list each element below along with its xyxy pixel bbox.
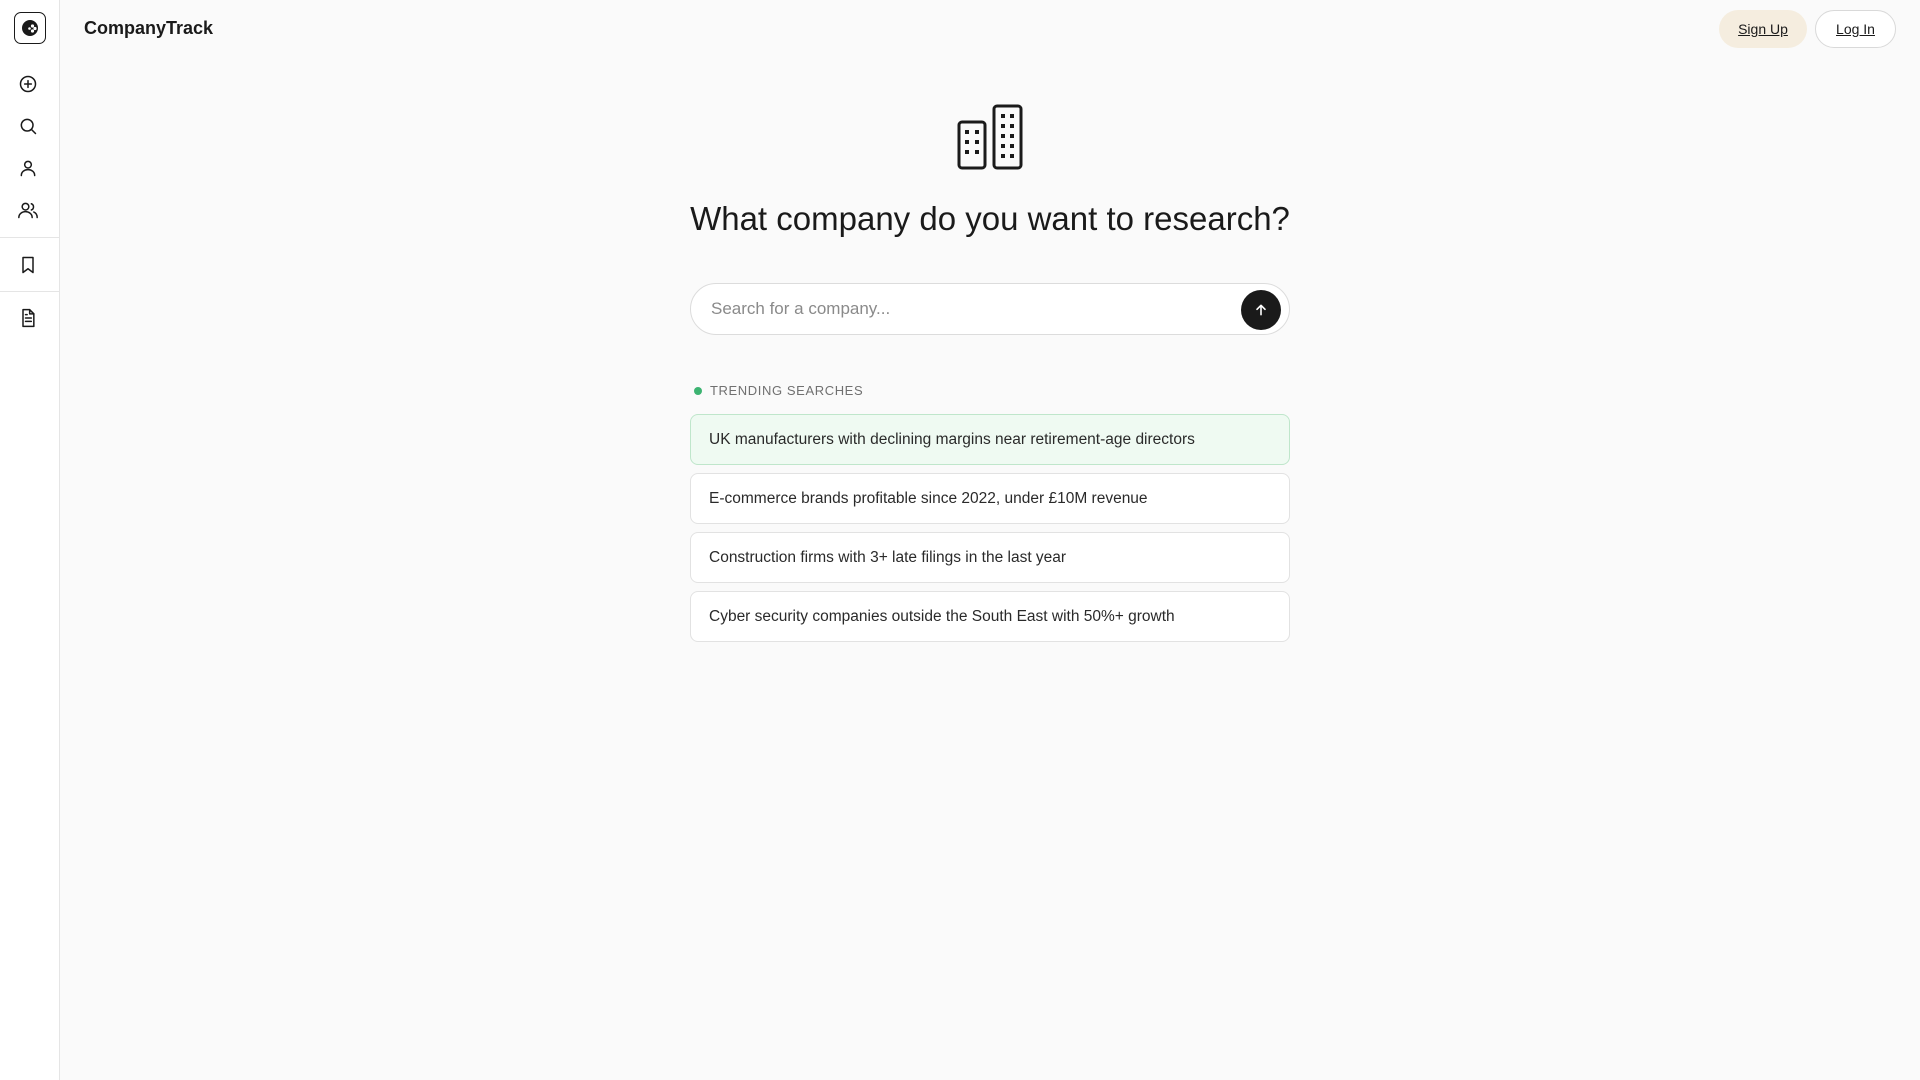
sidebar — [0, 0, 60, 1080]
logo-icon — [22, 20, 38, 36]
login-button[interactable]: Log In — [1815, 10, 1896, 48]
arrow-up-icon — [1256, 304, 1266, 316]
bookmark-icon — [22, 256, 34, 274]
trending-item[interactable]: Construction firms with 3+ late filings … — [690, 532, 1290, 583]
user-icon — [20, 160, 36, 177]
sidebar-item-reports[interactable] — [12, 302, 44, 334]
search-input[interactable] — [711, 284, 1211, 334]
trending-label: TRENDING SEARCHES — [710, 383, 864, 398]
document-icon — [22, 308, 35, 328]
page-title: What company do you want to research? — [690, 200, 1290, 237]
search-box — [690, 283, 1290, 335]
sidebar-item-search[interactable] — [12, 110, 44, 142]
sidebar-item-saved[interactable] — [12, 249, 44, 281]
trending-header: TRENDING SEARCHES — [694, 383, 863, 398]
trending-item[interactable]: Cyber security companies outside the Sou… — [690, 591, 1290, 642]
trending-dot — [694, 386, 702, 395]
sidebar-item-new[interactable] — [12, 68, 44, 100]
search-icon — [20, 118, 37, 135]
brand-name[interactable]: CompanyTrack — [84, 18, 213, 39]
sidebar-item-profile[interactable] — [12, 152, 44, 184]
sidebar-divider — [0, 291, 59, 292]
trending-item[interactable]: E-commerce brands profitable since 2022,… — [690, 473, 1290, 524]
trending-item[interactable]: UK manufacturers with declining margins … — [690, 414, 1290, 465]
signup-button[interactable]: Sign Up — [1719, 10, 1807, 48]
app-logo[interactable] — [14, 12, 46, 44]
search-submit-button[interactable] — [1241, 290, 1281, 330]
buildings-icon — [957, 104, 1023, 170]
plus-circle-icon — [19, 75, 37, 93]
